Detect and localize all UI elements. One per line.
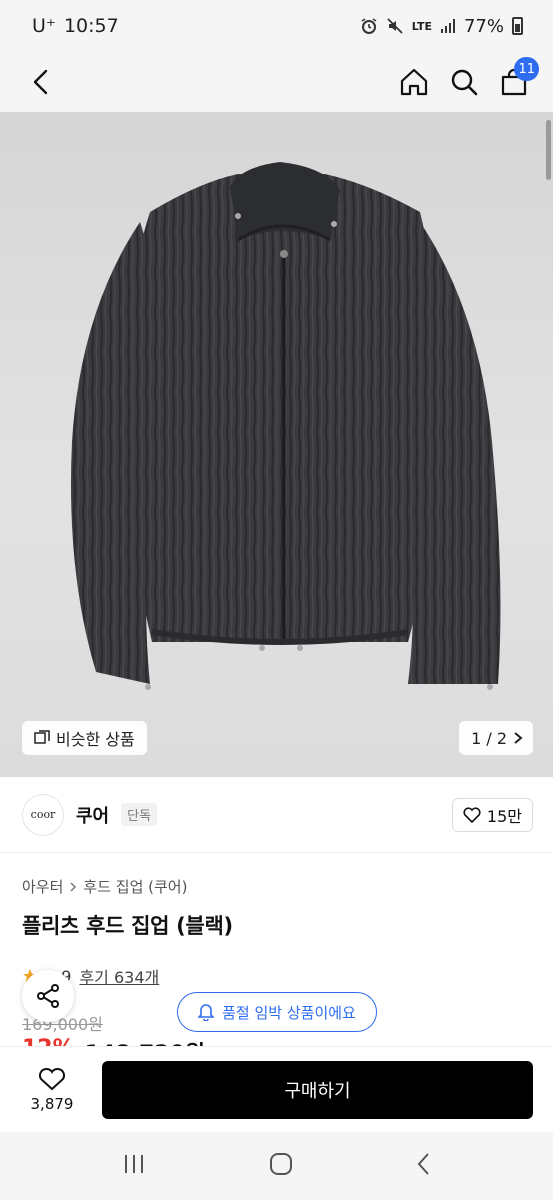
similar-products-label: 비슷한 상품 (56, 730, 135, 749)
brand-like-count: 15만 (486, 806, 522, 826)
pager-label: 1 / 2 (471, 728, 507, 748)
home-nav-button[interactable] (269, 1152, 293, 1180)
heart-icon (38, 1067, 66, 1090)
battery-percent: 77% (463, 15, 504, 37)
share-icon (37, 984, 59, 1008)
home-icon (400, 68, 428, 96)
header-actions: 11 (399, 57, 539, 97)
back-button[interactable] (26, 67, 56, 97)
network-label: LTE (411, 19, 432, 33)
cart-button[interactable]: 11 (499, 57, 539, 97)
home-circle-icon (269, 1153, 292, 1175)
share-button[interactable] (22, 970, 74, 1022)
chevron-right-icon (514, 732, 523, 744)
product-title: 플리츠 후드 집업 (블랙) (22, 914, 233, 938)
jacket-image (71, 162, 501, 690)
signal-icon (440, 19, 455, 33)
chevron-left-icon (33, 69, 48, 95)
chevron-right-icon (70, 881, 77, 892)
carrier-label: U⁺ (32, 15, 56, 37)
mute-icon (387, 18, 403, 34)
brand-like-button[interactable]: 15만 (451, 797, 533, 832)
heart-icon (463, 806, 481, 823)
back-nav-button[interactable] (416, 1152, 432, 1180)
brand-name[interactable]: 쿠어 (76, 802, 109, 828)
alarm-icon (361, 18, 377, 34)
cart-count-badge: 11 (514, 57, 539, 81)
low-stock-label: 품절 임박 상품이에요 (222, 1003, 356, 1022)
system-nav-bar (0, 1132, 553, 1200)
wishlist-count: 3,879 (30, 1094, 74, 1113)
recent-apps-button[interactable] (122, 1153, 146, 1179)
status-right: LTE 77% (360, 16, 523, 37)
buy-button[interactable]: 구매하기 (102, 1060, 533, 1119)
image-pager[interactable]: 1 / 2 (459, 721, 533, 755)
low-stock-notice[interactable]: 품절 임박 상품이에요 (177, 992, 377, 1032)
recent-apps-icon (124, 1155, 143, 1173)
similar-products-button[interactable]: 비슷한 상품 (22, 721, 147, 755)
clock: 10:57 (63, 15, 119, 37)
app-header: 11 (0, 52, 553, 112)
review-link[interactable]: 후기 634개 (79, 964, 159, 988)
breadcrumb-item[interactable]: 아우터 (22, 876, 63, 897)
brand-logo[interactable]: coor (22, 793, 64, 836)
exclusive-badge: 단독 (121, 803, 158, 826)
breadcrumb: 아우터 후드 집업 (쿠어) (22, 876, 187, 897)
product-image-gallery[interactable]: 비슷한 상품 1 / 2 (0, 112, 553, 777)
breadcrumb-item[interactable]: 후드 집업 (쿠어) (83, 876, 187, 897)
purchase-bar: 3,879 구매하기 (0, 1046, 553, 1132)
status-bar: U⁺ 10:57 LTE 77% (0, 0, 553, 52)
search-icon (451, 69, 478, 96)
battery-icon (512, 17, 523, 35)
wishlist-button[interactable]: 3,879 (22, 1067, 82, 1113)
copy-icon (34, 730, 50, 744)
status-left: U⁺ 10:57 (32, 15, 119, 37)
brand-info[interactable]: coor 쿠어 단독 (22, 793, 158, 836)
search-button[interactable] (449, 67, 479, 97)
brand-row: coor 쿠어 단독 15만 (0, 777, 553, 853)
home-button[interactable] (399, 67, 429, 97)
chevron-left-icon (417, 1153, 429, 1175)
bell-icon (198, 1004, 215, 1021)
